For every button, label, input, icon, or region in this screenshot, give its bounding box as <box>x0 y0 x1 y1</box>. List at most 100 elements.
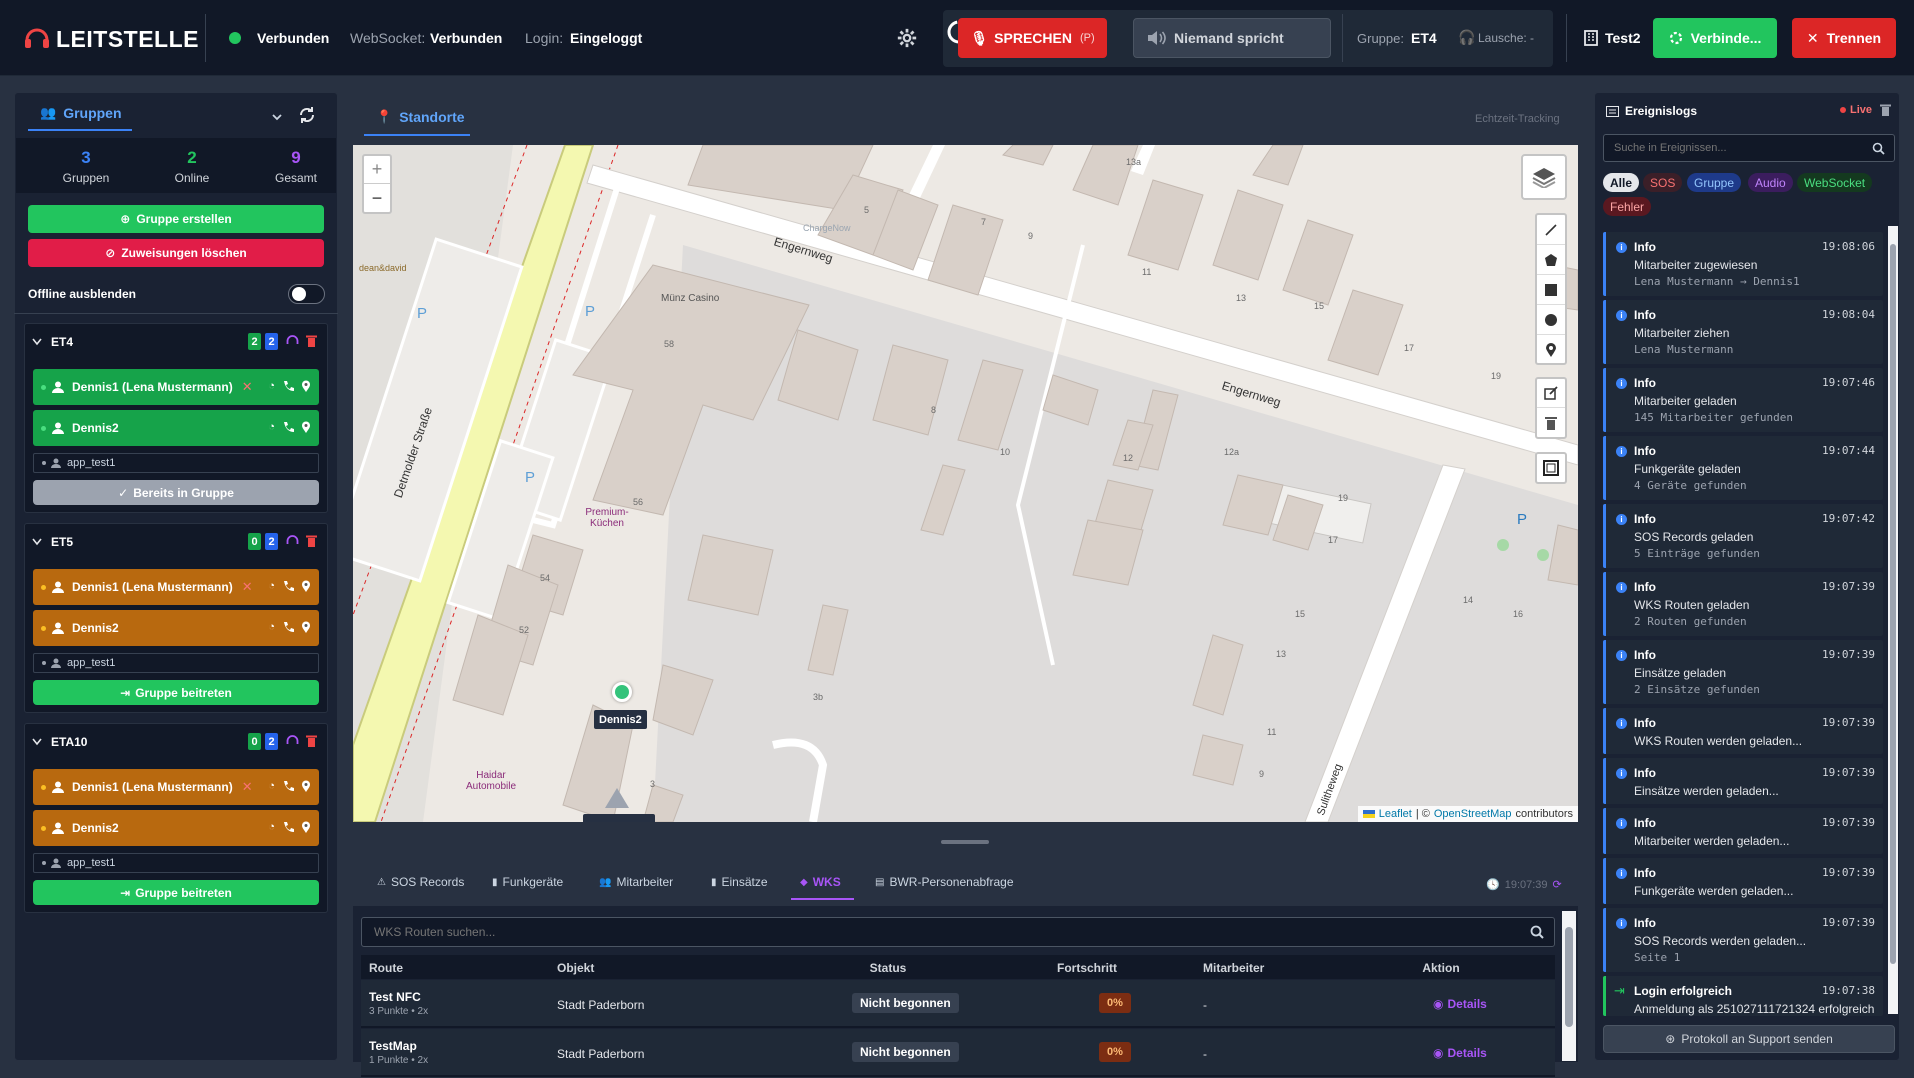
log-entry[interactable]: i Info 19:07:39 WKS Routen werden geladen..… <box>1603 708 1883 754</box>
zoom-out-button[interactable]: − <box>364 184 390 212</box>
tab-sos-records[interactable]: ⚠ SOS Records <box>377 875 464 889</box>
refresh-icon[interactable] <box>298 106 316 124</box>
filter-chip-websocket[interactable]: WebSocket <box>1797 173 1873 192</box>
log-entry[interactable]: i Info 19:08:06 Mitarbeiter zugewiesen Lena … <box>1603 232 1883 296</box>
listen-icon[interactable]: ◔ <box>268 421 275 433</box>
remove-icon[interactable]: ✕ <box>242 379 253 395</box>
phone-icon[interactable] <box>282 621 294 633</box>
speak-button[interactable]: 🎙 SPRECHEN (P) <box>958 18 1107 58</box>
event-scrollbar[interactable] <box>1888 226 1898 1014</box>
leaflet-link[interactable]: Leaflet <box>1379 808 1412 820</box>
phone-icon[interactable] <box>282 380 294 392</box>
column-header[interactable]: Fortschritt <box>1057 961 1117 975</box>
filter-chip-gruppe[interactable]: Gruppe <box>1687 173 1742 192</box>
draw-polygon-icon[interactable] <box>1537 245 1565 275</box>
group-member[interactable]: Dennis2 ◔ <box>33 410 319 446</box>
draw-circle-icon[interactable] <box>1537 305 1565 335</box>
column-header[interactable]: Objekt <box>557 961 594 975</box>
group-member[interactable]: Dennis2 ◔ <box>33 610 319 646</box>
headphones-icon[interactable] <box>286 335 299 347</box>
phone-icon[interactable] <box>282 580 294 592</box>
filter-chip-sos[interactable]: SOS <box>1643 173 1683 192</box>
listen-icon[interactable]: ◔ <box>268 821 275 833</box>
draw-rectangle-icon[interactable] <box>1537 275 1565 305</box>
create-group-button[interactable]: ⊕ Gruppe erstellen <box>28 205 324 233</box>
disconnect-button[interactable]: ✕ Trennen <box>1792 18 1896 58</box>
log-entry[interactable]: i Info 19:07:39 Funkgeräte werden geladen..… <box>1603 858 1883 904</box>
location-marker[interactable] <box>612 682 632 702</box>
trash-icon[interactable] <box>306 535 317 547</box>
trash-icon[interactable] <box>1537 408 1565 437</box>
tab-wks[interactable]: ◆ WKS <box>800 875 841 889</box>
join-group-button[interactable]: ⇥ Gruppe beitreten <box>33 880 319 905</box>
remove-icon[interactable]: ✕ <box>242 579 253 595</box>
edit-icon[interactable] <box>1537 379 1565 408</box>
chevron-down-icon[interactable] <box>32 738 42 746</box>
map-pin-icon[interactable] <box>301 421 311 433</box>
listen-icon[interactable]: ◔ <box>268 780 275 792</box>
tab-bwr-personenabfrage[interactable]: ▤ BWR-Personenabfrage <box>875 875 1014 889</box>
group-member[interactable]: Dennis1 (Lena Mustermann) ✕ ◔ <box>33 369 319 405</box>
group-member[interactable]: Dennis2 ◔ <box>33 810 319 846</box>
connect-button[interactable]: Verbinde... <box>1653 18 1777 58</box>
tab-groups[interactable]: 👥 Gruppen <box>40 105 122 121</box>
osm-link[interactable]: OpenStreetMap <box>1434 808 1512 820</box>
map-view[interactable]: Engernweg Engernweg Detmolder Straße Sul… <box>353 145 1578 822</box>
tab-funkger-te[interactable]: ▮ Funkgeräte <box>492 875 563 889</box>
map-pin-icon[interactable] <box>301 580 311 592</box>
headphones-icon[interactable] <box>286 535 299 547</box>
gear-icon[interactable] <box>896 27 918 49</box>
send-support-button[interactable]: ⊛ Protokoll an Support senden <box>1603 1025 1895 1053</box>
draw-marker-icon[interactable] <box>1537 335 1565 365</box>
filter-chip-audio[interactable]: Audio <box>1748 173 1793 192</box>
table-row[interactable]: TestMap 1 Punkte • 2x Stadt Paderborn Nicht… <box>361 1029 1555 1077</box>
fullscreen-button[interactable] <box>1535 452 1567 484</box>
group-header[interactable]: ETA10 0 2 <box>14 723 328 761</box>
tab-eins-tze[interactable]: ▮ Einsätze <box>711 875 768 889</box>
trash-icon[interactable] <box>306 735 317 747</box>
map-pin-icon[interactable] <box>301 621 311 633</box>
remove-icon[interactable]: ✕ <box>242 779 253 795</box>
offline-toggle[interactable] <box>288 284 325 304</box>
tab-mitarbeiter[interactable]: 👥 Mitarbeiter <box>599 875 673 889</box>
trash-icon[interactable] <box>1880 104 1891 116</box>
column-header[interactable]: Route <box>369 961 403 975</box>
log-entry[interactable]: ⇥ Login erfolgreich 19:07:38 Anmeldung als … <box>1603 976 1883 1016</box>
table-scrollbar[interactable] <box>1562 911 1576 1061</box>
log-entry[interactable]: i Info 19:07:39 Einsätze werden geladen... <box>1603 758 1883 804</box>
listen-icon[interactable]: ◔ <box>268 621 275 633</box>
resize-handle[interactable] <box>941 840 989 844</box>
column-header[interactable]: Status <box>848 961 928 975</box>
log-entry[interactable]: i Info 19:07:42 SOS Records geladen 5 Einträ… <box>1603 504 1883 568</box>
clear-assignments-button[interactable]: ⊘ Zuweisungen löschen <box>28 239 324 267</box>
chevron-down-icon[interactable] <box>32 538 42 546</box>
wks-search-input[interactable] <box>361 917 1555 947</box>
log-entry[interactable]: i Info 19:08:04 Mitarbeiter ziehen Lena Must… <box>1603 300 1883 364</box>
filter-chip-alle[interactable]: Alle <box>1603 173 1640 192</box>
group-header[interactable]: ET4 2 2 <box>14 323 328 361</box>
phone-icon[interactable] <box>282 780 294 792</box>
refresh-icon[interactable]: ⟳ <box>1553 878 1562 891</box>
layers-button[interactable] <box>1521 154 1567 200</box>
chevron-down-icon[interactable] <box>32 338 42 346</box>
join-group-button[interactable]: ⇥ Gruppe beitreten <box>33 680 319 705</box>
already-in-group-button[interactable]: ✓ Bereits in Gruppe <box>33 480 319 505</box>
details-button[interactable]: ◉ Details <box>1433 1046 1487 1060</box>
phone-icon[interactable] <box>282 421 294 433</box>
log-entry[interactable]: i Info 19:07:39 SOS Records werden geladen.… <box>1603 908 1883 972</box>
details-button[interactable]: ◉ Details <box>1433 997 1487 1011</box>
group-member[interactable]: Dennis1 (Lena Mustermann) ✕ ◔ <box>33 769 319 805</box>
tab-locations[interactable]: 📍 Standorte <box>376 109 465 125</box>
zoom-in-button[interactable]: + <box>364 156 390 184</box>
chevron-down-icon[interactable] <box>271 111 283 123</box>
log-entry[interactable]: i Info 19:07:39 WKS Routen geladen 2 Routen … <box>1603 572 1883 636</box>
group-member[interactable]: Dennis1 (Lena Mustermann) ✕ ◔ <box>33 569 319 605</box>
draw-polyline-icon[interactable] <box>1537 215 1565 245</box>
event-search-input[interactable] <box>1603 134 1895 162</box>
listen-icon[interactable]: ◔ <box>268 380 275 392</box>
table-row[interactable]: Test NFC 3 Punkte • 2x Stadt Paderborn Nich… <box>361 980 1555 1028</box>
log-entry[interactable]: i Info 19:07:39 Mitarbeiter werden geladen.… <box>1603 808 1883 854</box>
group-header[interactable]: ET5 0 2 <box>14 523 328 561</box>
trash-icon[interactable] <box>306 335 317 347</box>
log-entry[interactable]: i Info 19:07:39 Einsätze geladen 2 Einsätze … <box>1603 640 1883 704</box>
